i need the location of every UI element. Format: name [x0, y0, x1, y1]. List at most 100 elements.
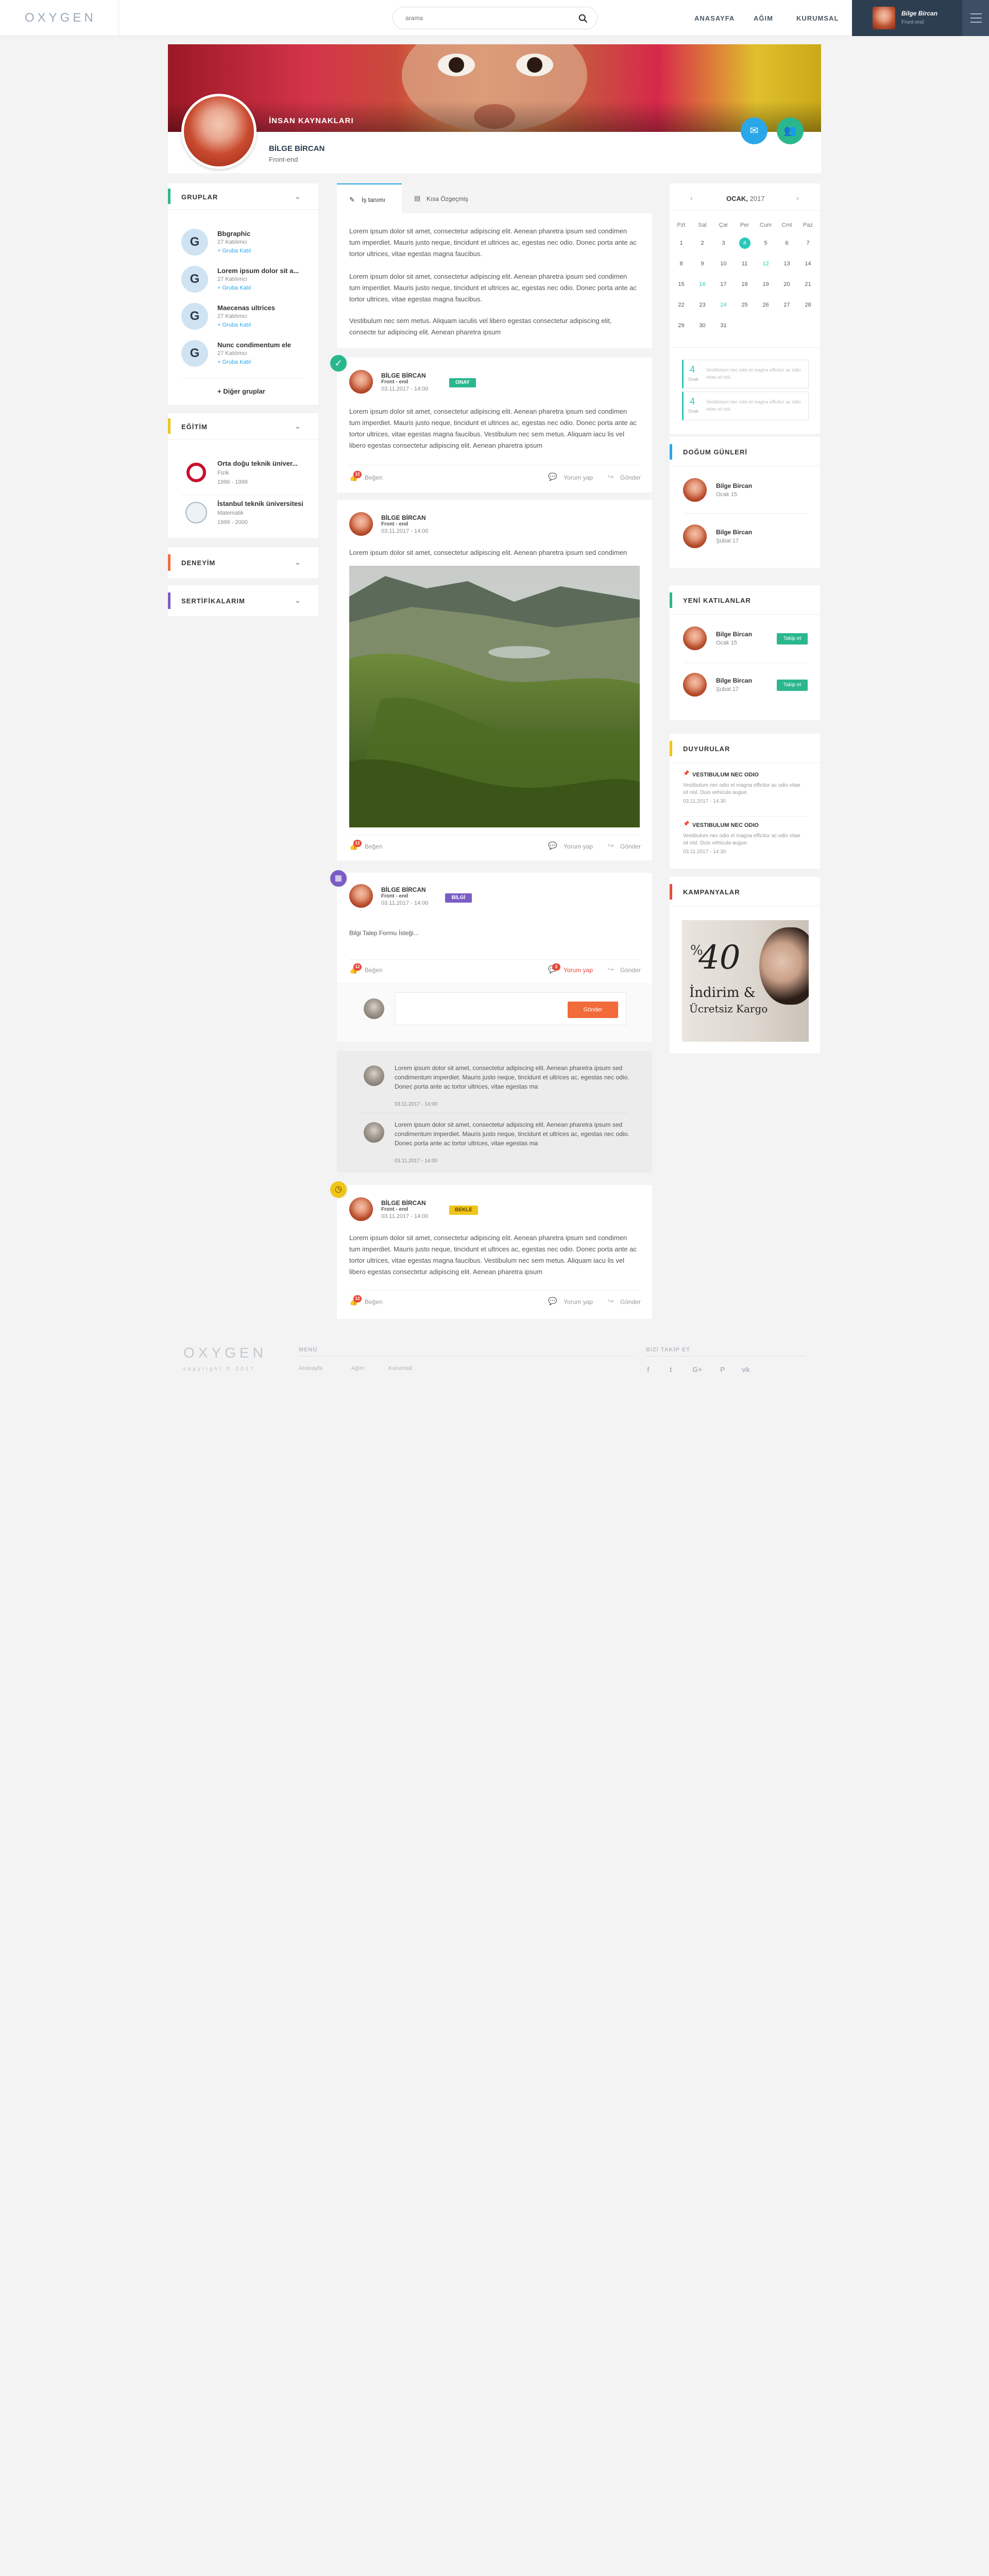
google-plus-icon[interactable]: G+	[692, 1365, 702, 1374]
day-cell-event[interactable]: 12	[755, 253, 776, 274]
experience-card[interactable]: DENEYİM ⌄	[168, 547, 318, 578]
like-button[interactable]: 👍 12 Beğen	[349, 840, 390, 853]
follow-button[interactable]: Takip et	[777, 680, 808, 691]
certificates-card[interactable]: SERTİFİKALARIM ⌄	[168, 585, 318, 616]
group-item[interactable]: G Lorem ipsum dolor sit a... 27 Katılımc…	[181, 266, 310, 301]
day-cell[interactable]: 18	[734, 274, 755, 295]
like-button[interactable]: 👍 12 Beğen	[349, 1295, 390, 1309]
next-month-button[interactable]: ›	[796, 194, 799, 202]
more-groups-link[interactable]: + Diğer gruplar	[217, 387, 265, 395]
day-cell[interactable]: 9	[692, 253, 713, 274]
avatar	[349, 512, 373, 536]
comment-button[interactable]: 💬 Yorum yap	[548, 840, 600, 853]
group-item[interactable]: G Bbgraphic 27 Katılımcı + Gruba Katıl	[181, 229, 310, 264]
join-group-link[interactable]: + Gruba Katıl	[217, 285, 251, 291]
campaign-banner[interactable]: % 40 İndirim & Ücretsiz Kargo	[682, 920, 809, 1042]
day-cell[interactable]: 31	[713, 315, 734, 336]
share-button[interactable]: ↪ Gönder	[608, 1295, 644, 1309]
message-button[interactable]: ✉	[741, 117, 768, 144]
comment-button[interactable]: 💬 2 Yorum yap	[548, 963, 600, 977]
post-date: 03.11.2017 - 14:00	[381, 1213, 429, 1219]
user-menu[interactable]: Bilge Bircan Front-end	[852, 0, 962, 36]
pinterest-icon[interactable]: P	[720, 1365, 725, 1374]
comment-button[interactable]: 💬 Yorum yap	[548, 471, 600, 484]
person-name[interactable]: Bilge Bircan	[716, 631, 752, 638]
nav-home[interactable]: ANASAYFA	[694, 14, 735, 22]
join-group-link[interactable]: + Gruba Katıl	[217, 248, 251, 254]
chevron-down-icon[interactable]: ⌄	[295, 558, 301, 567]
chevron-down-icon[interactable]: ⌄	[295, 192, 301, 201]
share-button[interactable]: ↪ Gönder	[608, 471, 644, 484]
share-button[interactable]: ↪ Gönder	[608, 963, 644, 977]
send-comment-button[interactable]: Gönder	[568, 1002, 618, 1018]
search-input[interactable]	[405, 13, 560, 23]
footer-link-corporate[interactable]: Kurumsal	[388, 1365, 412, 1371]
day-cell[interactable]: 14	[797, 253, 819, 274]
footer-link-home[interactable]: Anasayfa	[299, 1365, 322, 1371]
group-item[interactable]: G Nunc condimentum ele 27 Katılımcı + Gr…	[181, 340, 310, 375]
post-author[interactable]: BİLGE BİRCAN	[381, 372, 426, 379]
tab-short-cv[interactable]: ▤ Kısa Özgeçmiş	[402, 183, 484, 213]
day-cell[interactable]: 8	[671, 253, 692, 274]
day-cell[interactable]: 13	[776, 253, 797, 274]
day-cell[interactable]: 27	[776, 295, 797, 315]
landscape-photo[interactable]	[349, 566, 640, 827]
join-group-link[interactable]: + Gruba Katıl	[217, 322, 251, 328]
calendar-event[interactable]: 4 Ocak Vestibulum nec odio et magna effi…	[682, 360, 809, 388]
connect-button[interactable]: 👥	[777, 117, 804, 144]
birthday-item[interactable]: Bilge Bircan Ocak 15	[683, 478, 807, 509]
logo[interactable]: OXYGEN	[25, 11, 96, 25]
day-cell[interactable]: 2	[692, 233, 713, 253]
announcement-item[interactable]: 📌 VESTIBULUM NEC ODIO Vestibulum nec odi…	[683, 771, 810, 814]
day-cell[interactable]: 11	[734, 253, 755, 274]
nav-corporate[interactable]: KURUMSAL	[796, 14, 839, 22]
footer-link-network[interactable]: Ağım	[351, 1365, 365, 1371]
post-author[interactable]: BİLGE BİRCAN	[381, 514, 426, 521]
day-cell[interactable]: 3	[713, 233, 734, 253]
hamburger-menu-button[interactable]	[962, 0, 989, 36]
day-cell[interactable]: 15	[671, 274, 692, 295]
person-name[interactable]: Bilge Bircan	[716, 677, 752, 684]
follow-button[interactable]: Takip et	[777, 633, 808, 645]
post-author[interactable]: BİLGE BİRCAN	[381, 1199, 426, 1207]
chevron-down-icon[interactable]: ⌄	[295, 596, 301, 605]
birthday-item[interactable]: Bilge Bircan Şubat 17	[683, 524, 807, 555]
like-button[interactable]: 👍 12 Beğen	[349, 471, 390, 484]
day-cell[interactable]: 22	[671, 295, 692, 315]
day-cell[interactable]: 29	[671, 315, 692, 336]
day-cell[interactable]: 20	[776, 274, 797, 295]
day-cell[interactable]: 19	[755, 274, 776, 295]
day-cell[interactable]: 10	[713, 253, 734, 274]
post-author[interactable]: BİLGE BİRCAN	[381, 886, 426, 893]
group-item[interactable]: G Maecenas ultrices 27 Katılımcı + Gruba…	[181, 303, 310, 338]
day-cell[interactable]: 21	[797, 274, 819, 295]
day-cell[interactable]: 7	[797, 233, 819, 253]
like-button[interactable]: 👍 12 Beğen	[349, 963, 390, 977]
chevron-down-icon[interactable]: ⌄	[295, 422, 301, 431]
day-cell[interactable]: 6	[776, 233, 797, 253]
day-cell[interactable]: 17	[713, 274, 734, 295]
day-cell-event[interactable]: 24	[713, 295, 734, 315]
prev-month-button[interactable]: ‹	[690, 194, 693, 202]
tab-job-description[interactable]: ✎ İş tanımı	[337, 183, 402, 213]
search-icon[interactable]	[577, 13, 589, 24]
calendar-event[interactable]: 4 Ocak Vestibulum nec odio et magna effi…	[682, 392, 809, 420]
twitter-icon[interactable]: t	[670, 1365, 672, 1374]
day-cell[interactable]: 30	[692, 315, 713, 336]
day-cell[interactable]: 28	[797, 295, 819, 315]
join-group-link[interactable]: + Gruba Katıl	[217, 359, 251, 365]
vk-icon[interactable]: vk	[742, 1365, 750, 1374]
announcement-item[interactable]: 📌 VESTIBULUM NEC ODIO Vestibulum nec odi…	[683, 821, 810, 865]
comment-button[interactable]: 💬 Yorum yap	[548, 1295, 600, 1309]
day-cell[interactable]: 26	[755, 295, 776, 315]
day-cell-event[interactable]: 16	[692, 274, 713, 295]
nav-network[interactable]: AĞIM	[754, 14, 773, 22]
day-cell[interactable]: 1	[671, 233, 692, 253]
day-cell[interactable]: 23	[692, 295, 713, 315]
like-count: 12	[353, 471, 362, 478]
share-button[interactable]: ↪ Gönder	[608, 840, 644, 853]
day-cell[interactable]: 5	[755, 233, 776, 253]
day-cell[interactable]: 25	[734, 295, 755, 315]
day-cell-selected[interactable]: 4	[734, 233, 755, 253]
facebook-icon[interactable]: f	[647, 1365, 650, 1374]
